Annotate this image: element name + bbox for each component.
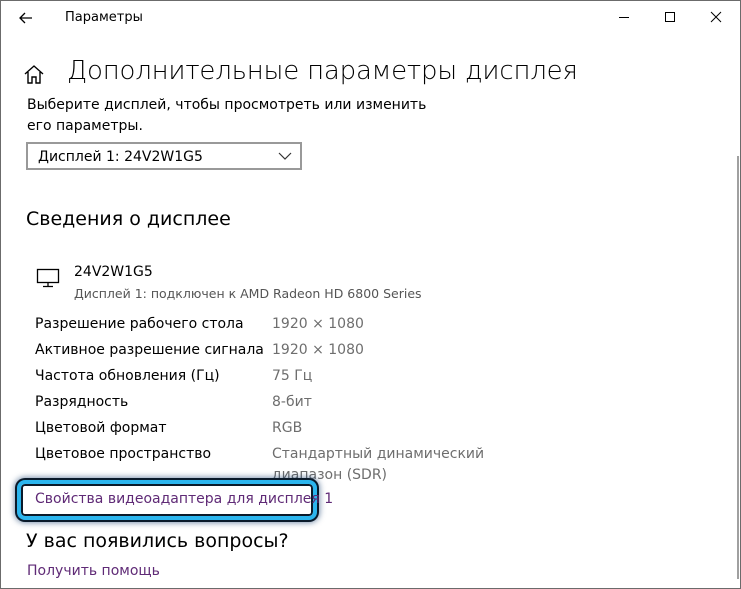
prop-label-active-resolution: Активное разрешение сигнала xyxy=(35,342,264,358)
window-title: Параметры xyxy=(65,10,143,25)
get-help-link[interactable]: Получить помощь xyxy=(27,563,160,579)
minimize-button[interactable] xyxy=(601,1,647,33)
prop-value-color-format: RGB xyxy=(272,420,303,436)
adapter-properties-link[interactable]: Свойства видеоадаптера для дисплея 1 xyxy=(35,491,333,507)
minimize-icon xyxy=(619,17,629,18)
questions-heading: У вас появились вопросы? xyxy=(26,530,289,552)
prop-label-bit-depth: Разрядность xyxy=(35,394,129,410)
home-icon[interactable] xyxy=(23,63,45,85)
select-display-prompt: Выберите дисплей, чтобы просмотреть или … xyxy=(27,97,427,134)
monitor-icon xyxy=(36,268,60,288)
close-button[interactable] xyxy=(693,1,739,33)
scrollbar[interactable] xyxy=(737,156,739,579)
prop-label-refresh-rate: Частота обновления (Гц) xyxy=(35,368,220,384)
prop-value-active-resolution: 1920 × 1080 xyxy=(272,342,364,358)
monitor-description: Дисплей 1: подключен к AMD Radeon HD 680… xyxy=(74,286,422,301)
maximize-button[interactable] xyxy=(647,1,693,33)
prop-label-color-format: Цветовой формат xyxy=(35,420,167,436)
display-select-value: Дисплей 1: 24V2W1G5 xyxy=(38,149,203,165)
prop-label-color-space: Цветовое пространство xyxy=(35,446,212,462)
title-bar: Параметры xyxy=(1,1,740,33)
prop-value-desktop-resolution: 1920 × 1080 xyxy=(272,316,364,332)
back-icon[interactable] xyxy=(15,7,37,29)
page-title: Дополнительные параметры дисплея xyxy=(67,56,578,86)
prop-value-bit-depth: 8-бит xyxy=(272,394,312,410)
close-icon xyxy=(710,11,722,23)
maximize-icon xyxy=(665,12,675,22)
monitor-name: 24V2W1G5 xyxy=(74,264,153,280)
display-info-heading: Сведения о дисплее xyxy=(26,208,231,230)
display-select-dropdown[interactable]: Дисплей 1: 24V2W1G5 xyxy=(26,142,302,170)
chevron-down-icon xyxy=(278,152,292,160)
prop-value-refresh-rate: 75 Гц xyxy=(272,368,313,384)
prop-label-desktop-resolution: Разрешение рабочего стола xyxy=(35,316,244,332)
